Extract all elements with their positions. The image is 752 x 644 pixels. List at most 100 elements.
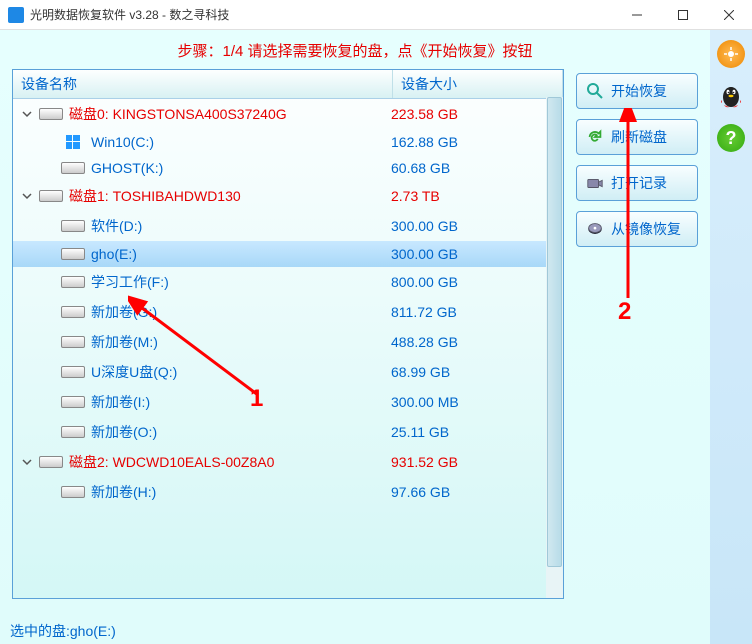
expander-icon [41,160,57,176]
row-size: 2.73 TB [391,188,563,204]
row-name: 软件(D:) [91,216,391,236]
status-bar: 选中的盘:gho(E:) [0,618,710,644]
drive-icon [39,106,63,122]
button-label: 刷新磁盘 [611,127,667,147]
volume-row[interactable]: 学习工作(F:)800.00 GB [13,267,563,297]
tree-header: 设备名称 设备大小 [13,70,563,99]
row-size: 97.66 GB [391,484,563,500]
drive-icon [61,424,85,440]
scrollbar-thumb[interactable] [547,97,562,567]
maximize-button[interactable] [660,0,706,30]
drive-icon [39,454,63,470]
row-name: 新加卷(M:) [91,332,391,352]
disk-row[interactable]: 磁盘0: KINGSTONSA400S37240G223.58 GB [13,99,563,129]
volume-row[interactable]: U深度U盘(Q:)68.99 GB [13,357,563,387]
expander-icon[interactable] [19,106,35,122]
row-size: 223.58 GB [391,106,563,122]
window-title: 光明数据恢复软件 v3.28 - 数之寻科技 [30,6,614,23]
volume-row[interactable]: 新加卷(H:)97.66 GB [13,477,563,507]
expander-icon[interactable] [19,454,35,470]
drive-icon [61,334,85,350]
row-size: 300.00 MB [391,394,563,410]
volume-row[interactable]: 新加卷(I:)300.00 MB [13,387,563,417]
expander-icon [41,394,57,410]
drive-icon [39,188,63,204]
drive-icon [61,364,85,380]
row-name: 新加卷(G:) [91,302,391,322]
row-name: 新加卷(I:) [91,392,391,412]
row-name: 磁盘0: KINGSTONSA400S37240G [69,104,391,124]
row-size: 488.28 GB [391,334,563,350]
right-dock: ? [710,30,752,644]
open-log-button[interactable]: 打开记录 [576,165,698,201]
button-label: 开始恢复 [611,81,667,101]
row-size: 931.52 GB [391,454,563,470]
row-size: 300.00 GB [391,246,563,262]
expander-icon[interactable] [19,188,35,204]
gear-icon[interactable] [717,40,745,68]
search-icon [585,81,605,101]
drive-icon [61,246,85,262]
tree-body: 磁盘0: KINGSTONSA400S37240G223.58 GBWin10(… [13,99,563,599]
volume-row[interactable]: gho(E:)300.00 GB [13,241,563,267]
row-name: GHOST(K:) [91,160,391,176]
annotation-1: 1 [250,385,263,413]
row-size: 811.72 GB [391,304,563,320]
expander-icon [41,484,57,500]
drive-icon [61,218,85,234]
volume-row[interactable]: 软件(D:)300.00 GB [13,211,563,241]
expander-icon [41,274,57,290]
disk-image-icon [585,219,605,239]
button-label: 打开记录 [611,173,667,193]
expander-icon [41,334,57,350]
row-name: 新加卷(O:) [91,422,391,442]
refresh-disk-button[interactable]: 刷新磁盘 [576,119,698,155]
refresh-icon [585,127,605,147]
windows-icon [61,134,85,150]
row-name: 学习工作(F:) [91,272,391,292]
disk-row[interactable]: 磁盘2: WDCWD10EALS-00Z8A0931.52 GB [13,447,563,477]
drive-icon [61,394,85,410]
volume-row[interactable]: Win10(C:)162.88 GB [13,129,563,155]
expander-icon [41,364,57,380]
row-name: 磁盘1: TOSHIBAHDWD130 [69,186,391,206]
expander-icon [41,304,57,320]
volume-row[interactable]: 新加卷(G:)811.72 GB [13,297,563,327]
header-size[interactable]: 设备大小 [393,70,563,98]
drive-icon [61,160,85,176]
row-name: U深度U盘(Q:) [91,362,391,382]
volume-row[interactable]: GHOST(K:)60.68 GB [13,155,563,181]
drive-icon [61,274,85,290]
help-icon[interactable]: ? [717,124,745,152]
start-recovery-button[interactable]: 开始恢复 [576,73,698,109]
scrollbar[interactable] [546,97,563,598]
from-image-button[interactable]: 从镜像恢复 [576,211,698,247]
row-name: gho(E:) [91,246,391,262]
drive-icon [61,304,85,320]
qq-icon[interactable] [717,82,745,110]
close-button[interactable] [706,0,752,30]
annotation-2: 2 [618,298,631,326]
row-size: 68.99 GB [391,364,563,380]
row-name: 磁盘2: WDCWD10EALS-00Z8A0 [69,452,391,472]
row-size: 800.00 GB [391,274,563,290]
row-name: 新加卷(H:) [91,482,391,502]
volume-row[interactable]: 新加卷(M:)488.28 GB [13,327,563,357]
row-size: 25.11 GB [391,424,563,440]
header-name[interactable]: 设备名称 [13,70,393,98]
row-size: 300.00 GB [391,218,563,234]
action-buttons: 开始恢复 刷新磁盘 打开记录 从镜像恢复 [576,69,698,599]
row-name: Win10(C:) [91,134,391,150]
expander-icon [41,134,57,150]
row-size: 60.68 GB [391,160,563,176]
titlebar: 光明数据恢复软件 v3.28 - 数之寻科技 [0,0,752,30]
button-label: 从镜像恢复 [611,219,681,239]
volume-row[interactable]: 新加卷(O:)25.11 GB [13,417,563,447]
drive-icon [61,484,85,500]
minimize-button[interactable] [614,0,660,30]
disk-row[interactable]: 磁盘1: TOSHIBAHDWD1302.73 TB [13,181,563,211]
expander-icon [41,246,57,262]
camera-icon [585,173,605,193]
expander-icon [41,424,57,440]
step-instruction: 步骤：1/4 请选择需要恢复的盘，点《开始恢复》按钮 [0,30,710,69]
